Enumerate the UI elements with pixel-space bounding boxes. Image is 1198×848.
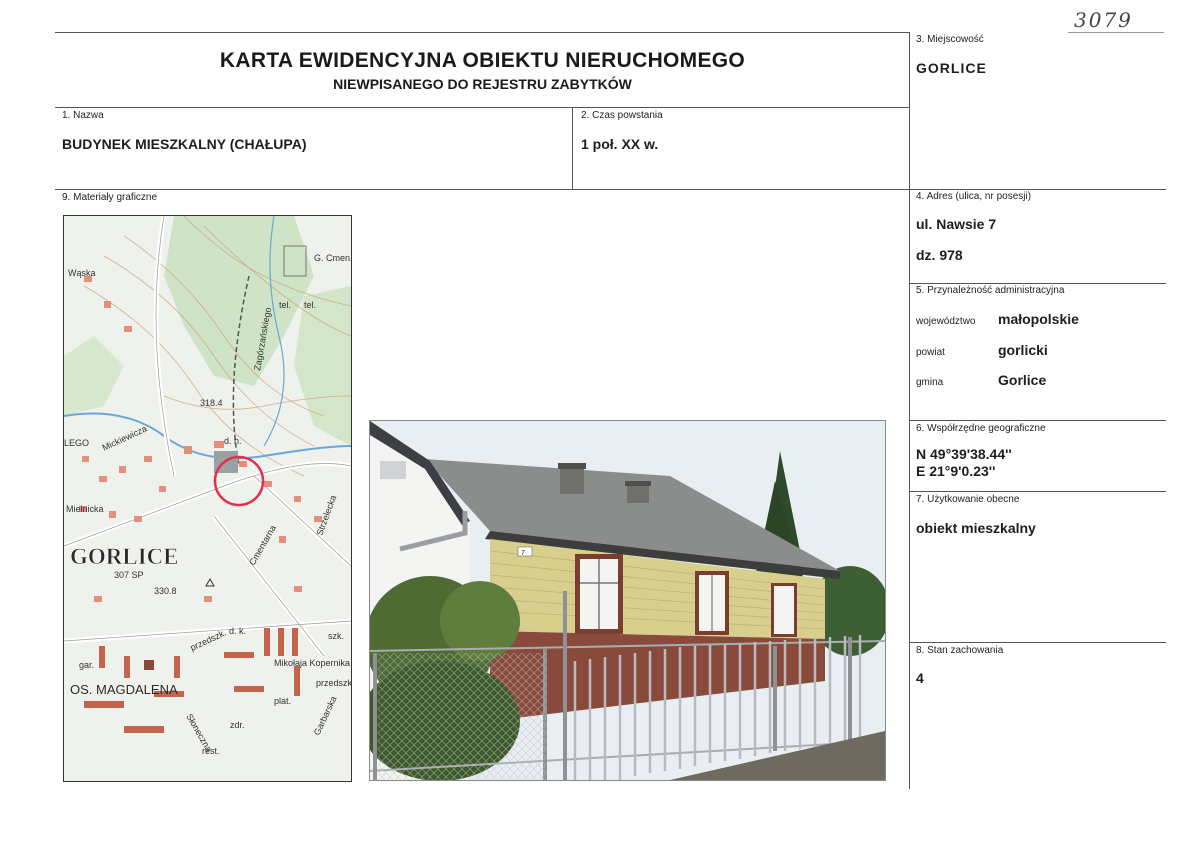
- map-label-elev1: 318.4: [200, 398, 223, 408]
- stan-value: 4: [916, 670, 924, 686]
- map-label-rest: rest.: [202, 746, 220, 756]
- adres-plot: dz. 978: [916, 247, 963, 263]
- map-label-mielnicka: Mielnicka: [66, 504, 104, 514]
- stan-label: 8. Stan zachowania: [916, 645, 1004, 656]
- rule-top: [55, 32, 910, 33]
- powiat-value: gorlicki: [998, 342, 1048, 358]
- map-label-kopernika: Mikołaja Kopernika: [274, 658, 350, 668]
- gmina-label: gmina: [916, 377, 944, 388]
- map-label-307sp: 307 SP: [114, 570, 144, 580]
- rule-title-bottom: [55, 107, 910, 108]
- uzytkowanie-value: obiekt mieszkalny: [916, 520, 1036, 536]
- map-town-name: GORLICE: [70, 544, 179, 569]
- materialy-label: 9. Materiały graficzne: [62, 192, 158, 203]
- coord-e: E 21°9'0.23'': [916, 463, 996, 479]
- map-label-plat: plat.: [274, 696, 291, 706]
- adres-label: 4. Adres (ulica, nr posesji): [916, 191, 1032, 202]
- map-label-330: 330.8: [154, 586, 177, 596]
- adres-street: ul. Nawsie 7: [916, 216, 997, 232]
- uzytkowanie-label: 7. Użytkowanie obecne: [916, 494, 1020, 505]
- map-label-gar: gar.: [79, 660, 94, 670]
- map-label-lego: LEGO: [64, 438, 89, 448]
- nazwa-value: BUDYNEK MIESZKALNY (CHAŁUPA): [62, 136, 307, 152]
- house-number-plate: 7: [521, 550, 525, 557]
- house-photo-drawing: 7: [370, 421, 885, 780]
- handwritten-inventory-number: 3079: [1074, 8, 1133, 32]
- map-district-name: OS. MAGDALENA: [70, 682, 178, 697]
- wojewodztwo-label: województwo: [916, 316, 976, 327]
- nazwa-label: 1. Nazwa: [62, 110, 104, 121]
- czas-label: 2. Czas powstania: [581, 110, 663, 121]
- coord-n: N 49°39'38.44'': [916, 446, 1012, 462]
- house-photo: 7: [369, 420, 886, 781]
- miejscowosc-label: 3. Miejscowość: [916, 34, 984, 45]
- rule-name-divider: [572, 107, 573, 189]
- czas-value: 1 poł. XX w.: [581, 136, 659, 152]
- map-label-tel2: tel.: [304, 300, 316, 310]
- card-title: KARTA EWIDENCYJNA OBIEKTU NIERUCHOMEGO: [219, 49, 746, 72]
- miejscowosc-value: GORLICE: [916, 60, 987, 76]
- location-map: Wąska G. Cmen. tel. tel. 318.4 LEGO d. h…: [63, 215, 352, 782]
- admin-label: 5. Przynależność administracyjna: [916, 285, 1065, 296]
- map-drawing: Wąska G. Cmen. tel. tel. 318.4 LEGO d. h…: [64, 216, 351, 781]
- record-card-page: { "handwritten_number": "3079", "header"…: [0, 0, 1198, 848]
- map-label-zdr: zdr.: [230, 720, 245, 730]
- card-subtitle: NIEWPISANEGO DO REJESTRU ZABYTKÓW: [333, 76, 632, 92]
- map-label-waska: Wąska: [68, 268, 96, 278]
- gmina-value: Gorlice: [998, 372, 1047, 388]
- map-label-cmentarz: G. Cmen.: [314, 253, 351, 263]
- wspolrzedne-label: 6. Współrzędne geograficzne: [916, 423, 1046, 434]
- map-label-dh: d. h.: [224, 436, 242, 446]
- map-label-dk: d. k.: [229, 626, 246, 636]
- rule-name-bottom: [55, 189, 1166, 190]
- powiat-label: powiat: [916, 347, 945, 358]
- map-label-szk: szk.: [328, 631, 344, 641]
- wojewodztwo-value: małopolskie: [998, 311, 1079, 327]
- rule-main-right: [909, 32, 910, 789]
- map-label-przedszk2: przedszk.: [316, 678, 351, 688]
- map-label-tel1: tel.: [279, 300, 291, 310]
